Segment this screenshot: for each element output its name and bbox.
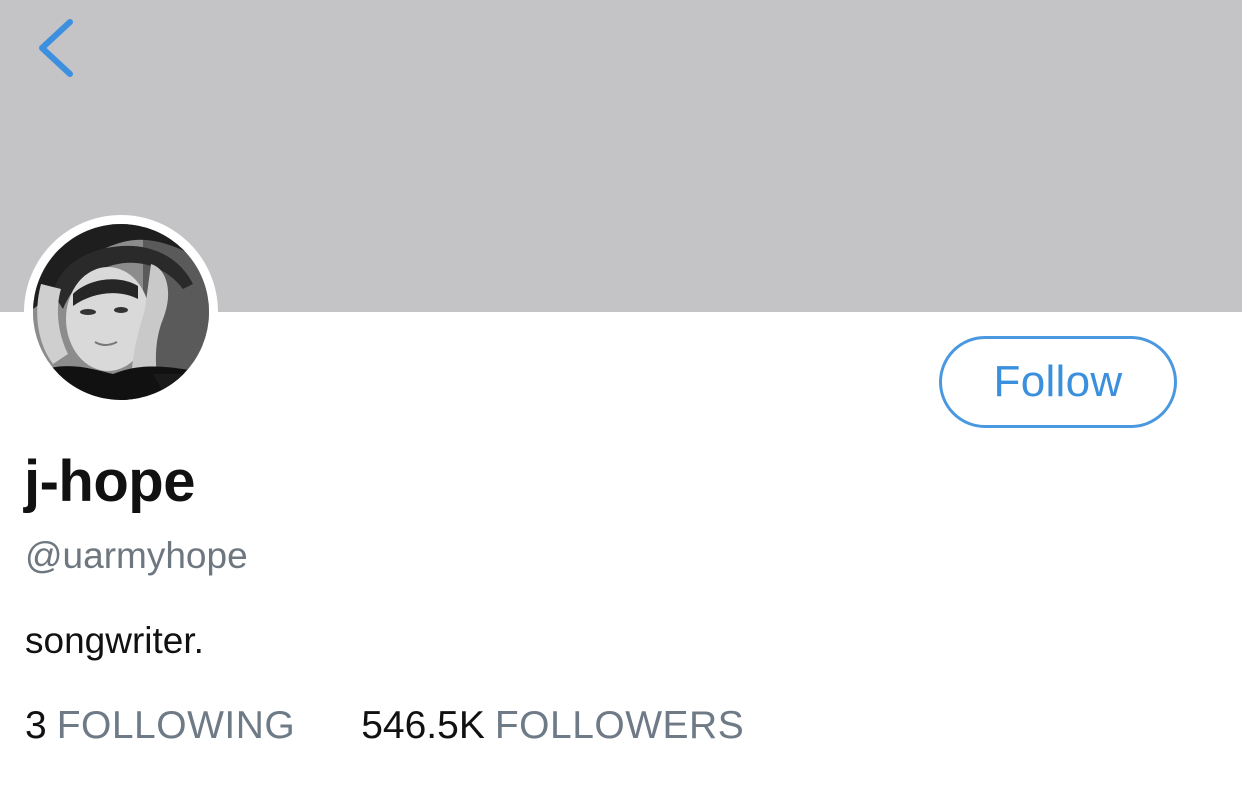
followers-label: FOLLOWERS: [494, 704, 745, 747]
following-count: 3: [25, 704, 47, 747]
display-name: j-hope: [24, 449, 195, 514]
followers-count: 546.5K: [361, 704, 485, 747]
user-handle: @uarmyhope: [25, 535, 248, 576]
following-label: FOLLOWING: [56, 704, 296, 747]
following-stat[interactable]: 3 FOLLOWING: [25, 704, 295, 748]
profile-stats: 3 FOLLOWING 546.5K FOLLOWERS: [25, 704, 744, 748]
profile-bio: songwriter.: [25, 620, 204, 661]
follow-button[interactable]: Follow: [939, 336, 1177, 428]
profile-page: Follow j-hope @uarmyhope songwriter. 3 F…: [0, 0, 1242, 792]
avatar[interactable]: [24, 215, 218, 409]
followers-stat[interactable]: 546.5K FOLLOWERS: [361, 704, 744, 748]
avatar-photo: [33, 224, 209, 400]
back-button[interactable]: [22, 14, 92, 84]
chevron-left-icon: [39, 19, 73, 77]
